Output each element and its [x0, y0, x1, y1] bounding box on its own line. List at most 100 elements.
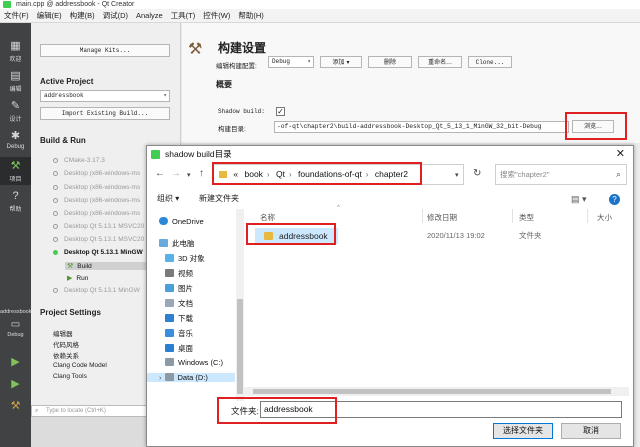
- build-config-combo[interactable]: Debug ▾: [268, 56, 314, 68]
- recent-chevron-icon[interactable]: ▾: [187, 171, 191, 179]
- shadow-build-checkbox[interactable]: ✓: [276, 107, 285, 116]
- column-name[interactable]: 名称: [260, 212, 275, 223]
- mode-debug[interactable]: ✱ Debug: [0, 127, 31, 155]
- debug-play-icon: ▶: [11, 378, 20, 390]
- breadcrumb-overflow[interactable]: «: [233, 169, 238, 179]
- nav-pictures[interactable]: 图片: [165, 283, 193, 294]
- file-row[interactable]: addressbook 2020/11/13 19:02 文件夹: [251, 228, 629, 244]
- settings-clang-tools[interactable]: Clang Tools: [53, 373, 87, 380]
- nav-downloads[interactable]: 下载: [165, 313, 193, 324]
- dialog-toolbar: 组织 ▾ 新建文件夹 ▤ ▾ ?: [147, 190, 633, 208]
- select-folder-button[interactable]: 选择文件夹: [493, 423, 553, 439]
- menu-analyze[interactable]: Analyze: [132, 9, 167, 23]
- search-input[interactable]: 搜索"chapter2" ⌕: [495, 164, 627, 185]
- nav-onedrive[interactable]: OneDrive: [159, 217, 204, 226]
- build-button[interactable]: ⚒: [0, 397, 31, 417]
- kit-item[interactable]: Desktop (x86-windows-ms: [53, 210, 140, 217]
- mode-edit[interactable]: ▤ 编辑: [0, 67, 31, 95]
- new-folder-button[interactable]: 新建文件夹: [199, 190, 239, 208]
- forward-arrow-icon[interactable]: →: [171, 168, 181, 179]
- config-label: 编辑构建配置:: [216, 63, 257, 70]
- up-arrow-icon[interactable]: ↑: [199, 168, 204, 179]
- run-button[interactable]: ▶: [0, 353, 31, 373]
- delete-config-button[interactable]: 删除: [368, 56, 412, 68]
- nav-3d-objects[interactable]: 3D 对象: [165, 253, 205, 264]
- mode-welcome[interactable]: ▦ 欢迎: [0, 37, 31, 65]
- view-options-icon[interactable]: ▤ ▾: [571, 190, 587, 208]
- kit-run-item[interactable]: ▶ Run: [67, 274, 88, 282]
- horizontal-scrollbar[interactable]: [243, 387, 629, 396]
- folder-name-input[interactable]: addressbook: [260, 401, 622, 418]
- clone-config-button[interactable]: Clone...: [468, 56, 512, 68]
- kit-item[interactable]: Desktop (x86-windows-ms: [53, 184, 140, 191]
- folder-icon: [219, 170, 227, 178]
- kit-item[interactable]: Desktop Qt 5.13.1 MinGW: [53, 287, 140, 294]
- menu-build[interactable]: 构建(B): [66, 9, 99, 23]
- kit-item[interactable]: Desktop (x86-windows-ms: [53, 197, 140, 204]
- kit-selector[interactable]: addressbook ▭ Debug: [0, 309, 32, 349]
- kit-item[interactable]: Desktop (x86-windows-ms: [53, 170, 140, 177]
- settings-code-style[interactable]: 代码风格: [53, 339, 79, 349]
- hammer-icon: ⚒: [188, 41, 203, 58]
- nav-drive-d[interactable]: › Data (D:): [147, 373, 235, 382]
- help-icon: ?: [12, 190, 19, 202]
- active-project-heading: Active Project: [40, 77, 94, 86]
- column-type[interactable]: 类型: [519, 212, 534, 223]
- menu-help[interactable]: 帮助(H): [234, 9, 267, 23]
- browse-button[interactable]: 浏览...: [572, 120, 614, 133]
- breadcrumb-book[interactable]: book: [244, 169, 262, 179]
- breadcrumb-chapter2[interactable]: chapter2: [375, 169, 408, 179]
- menu-debug[interactable]: 调试(D): [99, 9, 132, 23]
- settings-editor[interactable]: 编辑器: [53, 328, 73, 338]
- breadcrumb-qt[interactable]: Qt: [276, 169, 285, 179]
- nav-scrollbar[interactable]: [236, 209, 244, 401]
- build-dir-input[interactable]: -of-qt\chapter2\build-addressbook-Deskto…: [274, 121, 569, 133]
- kit-item-active[interactable]: Desktop Qt 5.13.1 MinGW: [53, 249, 143, 256]
- kit-item[interactable]: Desktop Qt 5.13.1 MSVC20: [53, 223, 144, 230]
- address-bar[interactable]: « book › Qt › foundations-of-qt › chapter2: [213, 164, 464, 185]
- chevron-down-icon: ▾: [346, 59, 350, 66]
- window-titlebar: main.cpp @ addressbook - Qt Creator: [0, 0, 640, 9]
- rename-config-button[interactable]: 重命名...: [418, 56, 462, 68]
- nav-music[interactable]: 音乐: [165, 328, 193, 339]
- nav-this-pc[interactable]: 此电脑: [159, 238, 195, 249]
- breadcrumb-foundations[interactable]: foundations-of-qt: [298, 169, 362, 179]
- help-icon[interactable]: ?: [609, 194, 620, 205]
- nav-drive-c[interactable]: Windows (C:): [165, 358, 223, 367]
- computer-icon: [159, 239, 168, 247]
- horizontal-scrollbar-thumb[interactable]: [253, 389, 611, 394]
- mode-projects[interactable]: ⚒ 项目: [0, 157, 31, 185]
- close-icon[interactable]: ✕: [616, 146, 625, 163]
- menu-window[interactable]: 控件(W): [199, 9, 234, 23]
- add-config-button[interactable]: 添加 ▾: [320, 56, 362, 68]
- back-arrow-icon[interactable]: ←: [155, 168, 165, 179]
- window-title: main.cpp @ addressbook - Qt Creator: [16, 1, 135, 8]
- desktop-icon: [165, 344, 174, 352]
- refresh-icon[interactable]: ↻: [473, 168, 481, 179]
- cancel-button[interactable]: 取消: [561, 423, 621, 439]
- cloud-icon: [159, 217, 168, 225]
- debug-run-button[interactable]: ▶: [0, 375, 31, 395]
- import-build-button[interactable]: Import Existing Build...: [40, 107, 170, 120]
- project-combo[interactable]: addressbook ▾: [40, 90, 170, 102]
- mode-help[interactable]: ? 帮助: [0, 187, 31, 215]
- nav-desktop[interactable]: 桌面: [165, 343, 193, 354]
- kit-item[interactable]: CMake-3.17.3: [53, 157, 105, 164]
- organize-menu[interactable]: 组织 ▾: [157, 190, 179, 208]
- settings-clang-code-model[interactable]: Clang Code Model: [53, 362, 107, 369]
- menu-file[interactable]: 文件(F): [0, 9, 33, 23]
- file-name-cell[interactable]: addressbook: [255, 228, 338, 244]
- nav-documents[interactable]: 文档: [165, 298, 193, 309]
- address-dropdown-icon[interactable]: ▾: [455, 171, 459, 179]
- mode-design[interactable]: ✎ 设计: [0, 97, 31, 125]
- column-date[interactable]: 修改日期: [427, 212, 457, 223]
- shadow-build-label: Shadow build:: [218, 108, 265, 115]
- nav-videos[interactable]: 视频: [165, 268, 193, 279]
- nav-scrollbar-thumb[interactable]: [237, 299, 243, 394]
- kit-item[interactable]: Desktop Qt 5.13.1 MSVC20: [53, 236, 144, 243]
- menu-edit[interactable]: 编辑(E): [33, 9, 66, 23]
- manage-kits-button[interactable]: Manage Kits...: [40, 44, 170, 57]
- column-size[interactable]: 大小: [597, 212, 612, 223]
- settings-dependencies[interactable]: 依赖关系: [53, 350, 79, 360]
- menu-tools[interactable]: 工具(T): [167, 9, 200, 23]
